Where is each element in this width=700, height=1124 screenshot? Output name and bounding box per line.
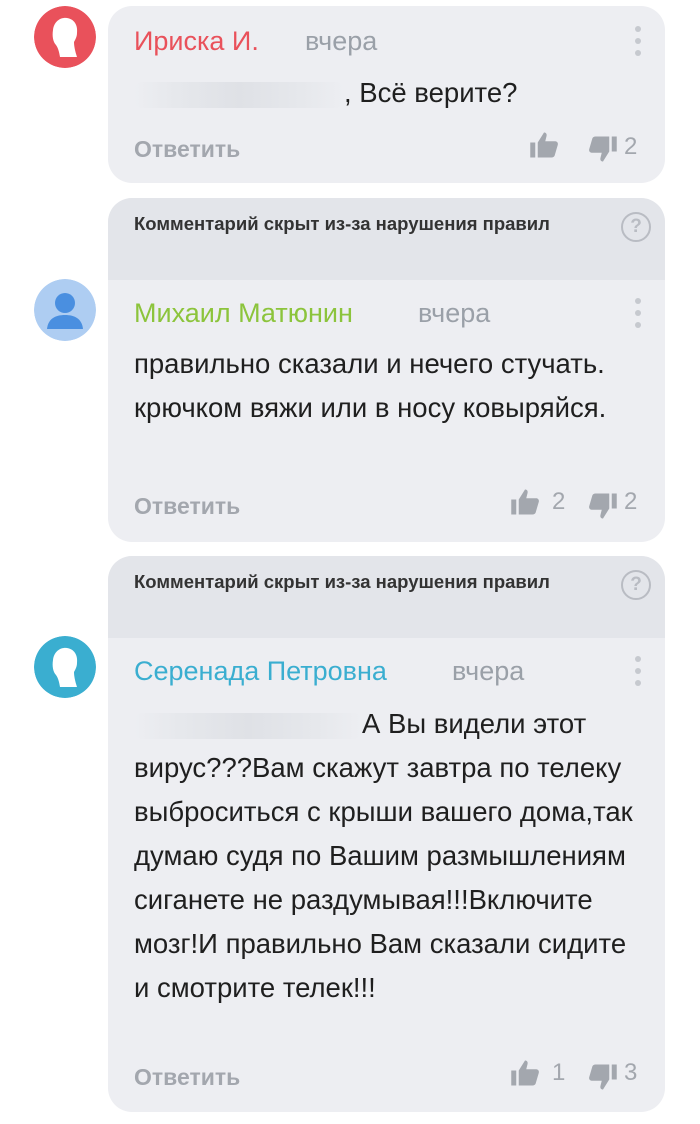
comment-time: вчера (452, 656, 525, 686)
more-vertical-icon[interactable] (635, 26, 641, 56)
avatar-mikhail[interactable] (34, 279, 96, 341)
comment-text: А Вы видели этот вирус???Вам скажут завт… (134, 708, 633, 1003)
hidden-comment-notice: Комментарий скрыт из-за нарушения правил… (108, 198, 665, 280)
dislike-count: 3 (624, 1059, 638, 1086)
more-vertical-icon[interactable] (635, 298, 641, 328)
comment-author[interactable]: Ириска И. (134, 26, 259, 57)
reply-button[interactable]: Ответить (134, 493, 240, 520)
user-icon (34, 279, 96, 341)
thumbs-down-icon[interactable] (588, 134, 618, 164)
thumbs-up-icon[interactable] (510, 487, 540, 517)
hidden-comment-text: Комментарий скрыт из-за нарушения правил (134, 213, 550, 234)
question-icon[interactable]: ? (621, 212, 651, 242)
avatar-serenada[interactable] (34, 636, 96, 698)
comment-author[interactable]: Михаил Матюнин (134, 298, 353, 329)
blurred-text (134, 81, 344, 108)
comment-text: , Всё верите? (134, 71, 649, 115)
comment-card: Комментарий скрыт из-за нарушения правил… (108, 556, 665, 1112)
question-icon[interactable]: ? (621, 570, 651, 600)
blurred-text (134, 712, 362, 739)
person-silhouette-icon (34, 6, 96, 68)
reply-button[interactable]: Ответить (134, 1064, 240, 1091)
avatar-iriska[interactable] (34, 6, 96, 68)
hidden-comment-notice: Комментарий скрыт из-за нарушения правил… (108, 556, 665, 638)
thumbs-down-icon[interactable] (588, 491, 618, 521)
comment-author[interactable]: Серенада Петровна (134, 656, 387, 687)
person-silhouette-icon (34, 636, 96, 698)
like-count: 2 (552, 488, 566, 515)
more-vertical-icon[interactable] (635, 656, 641, 686)
comment-time: вчера (305, 26, 378, 56)
thumbs-up-icon[interactable] (510, 1058, 540, 1088)
comment-text: правильно сказали и нечего стучать. крюч… (134, 348, 607, 423)
thumbs-down-icon[interactable] (588, 1062, 618, 1092)
thumbs-up-icon[interactable] (529, 130, 559, 160)
dislike-count: 2 (624, 488, 638, 515)
comment-time: вчера (418, 298, 491, 328)
comment-card: Ириска И. вчера , Всё верите? Ответить 2 (108, 6, 665, 183)
reply-button[interactable]: Ответить (134, 136, 240, 163)
hidden-comment-text: Комментарий скрыт из-за нарушения правил (134, 571, 550, 592)
comment-card: Комментарий скрыт из-за нарушения правил… (108, 198, 665, 542)
dislike-count: 2 (624, 133, 638, 160)
like-count: 1 (552, 1059, 566, 1086)
